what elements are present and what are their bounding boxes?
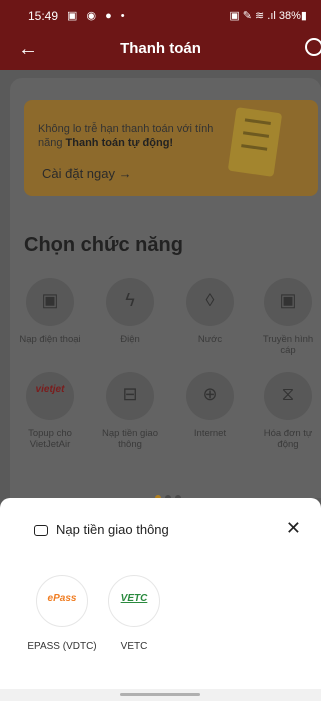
function-label: Truyền hình cáp [262, 334, 314, 356]
car-icon: ⊟ [106, 372, 154, 420]
bill-clock-icon: ⧖ [264, 372, 312, 420]
receipt-illustration [227, 107, 283, 177]
function-cable-tv[interactable]: ▣ Truyền hình cáp [254, 278, 321, 356]
car-icon [34, 525, 48, 536]
provider-name: EPASS (VDTC) [27, 641, 97, 652]
provider-epass[interactable]: ePass EPASS (VDTC) [27, 575, 97, 653]
water-drop-icon: ◊ [186, 278, 234, 326]
function-electricity[interactable]: ϟ Điện [96, 278, 164, 345]
app-screen: 15:49 ▣ ◉ ● • ▣ ✎ ≋ .ıl 38%▮ ← Thanh toá… [0, 0, 321, 701]
section-title: Chọn chức năng [24, 234, 183, 256]
lightning-icon: ϟ [106, 278, 154, 326]
status-right-icons: ▣ ✎ ≋ .ıl 38%▮ [229, 10, 307, 22]
globe-icon: ⊕ [186, 372, 234, 420]
function-label: Điện [120, 334, 140, 345]
provider-name: VETC [120, 641, 148, 652]
vietjet-logo: vietjet [26, 372, 74, 420]
provider-vetc[interactable]: VETC VETC [99, 575, 169, 653]
function-label: Nước [197, 334, 223, 345]
function-vietjet-topup[interactable]: vietjet Topup cho VietJetAir [16, 372, 84, 450]
page-title: Thanh toán [120, 40, 201, 57]
phone-top-up-icon: ▣ [26, 278, 74, 326]
banner-text: Không lo trễ hạn thanh toán với tính năn… [38, 123, 214, 149]
header-bar: ← Thanh toán [0, 30, 321, 70]
banner-setup-link[interactable]: Cài đặt ngay → [42, 166, 132, 181]
bottom-sheet: Nạp tiền giao thông ✕ ePass EPASS (VDTC)… [0, 498, 321, 701]
tv-icon: ▣ [264, 278, 312, 326]
status-notification-icons: ▣ ◉ ● • [67, 10, 128, 22]
sheet-title: Nạp tiền giao thông [56, 522, 169, 537]
vetc-logo: VETC [108, 575, 160, 627]
function-internet[interactable]: ⊕ Internet [176, 372, 244, 439]
function-water[interactable]: ◊ Nước [176, 278, 244, 345]
function-label: Nạp điện thoại [19, 334, 81, 345]
function-auto-bill[interactable]: ⧖ Hóa đơn tự động [254, 372, 321, 450]
function-label: Internet [193, 428, 227, 439]
function-label: Hóa đơn tự động [263, 428, 313, 450]
status-bar: 15:49 ▣ ◉ ● • ▣ ✎ ≋ .ıl 38%▮ [0, 0, 321, 30]
epass-logo: ePass [36, 575, 88, 627]
function-label: Nạp tiền giao thông [102, 428, 158, 450]
home-handle[interactable] [120, 693, 200, 696]
search-icon[interactable] [305, 38, 321, 56]
function-top-up-phone[interactable]: ▣ Nạp điện thoại [16, 278, 84, 345]
close-icon[interactable]: ✕ [286, 518, 301, 539]
function-label: Topup cho VietJetAir [28, 428, 72, 450]
function-traffic-topup[interactable]: ⊟ Nạp tiền giao thông [96, 372, 164, 450]
status-time: 15:49 [28, 9, 59, 23]
autopay-banner[interactable]: Không lo trễ hạn thanh toán với tính năn… [24, 100, 318, 196]
system-nav-bar [0, 689, 321, 701]
